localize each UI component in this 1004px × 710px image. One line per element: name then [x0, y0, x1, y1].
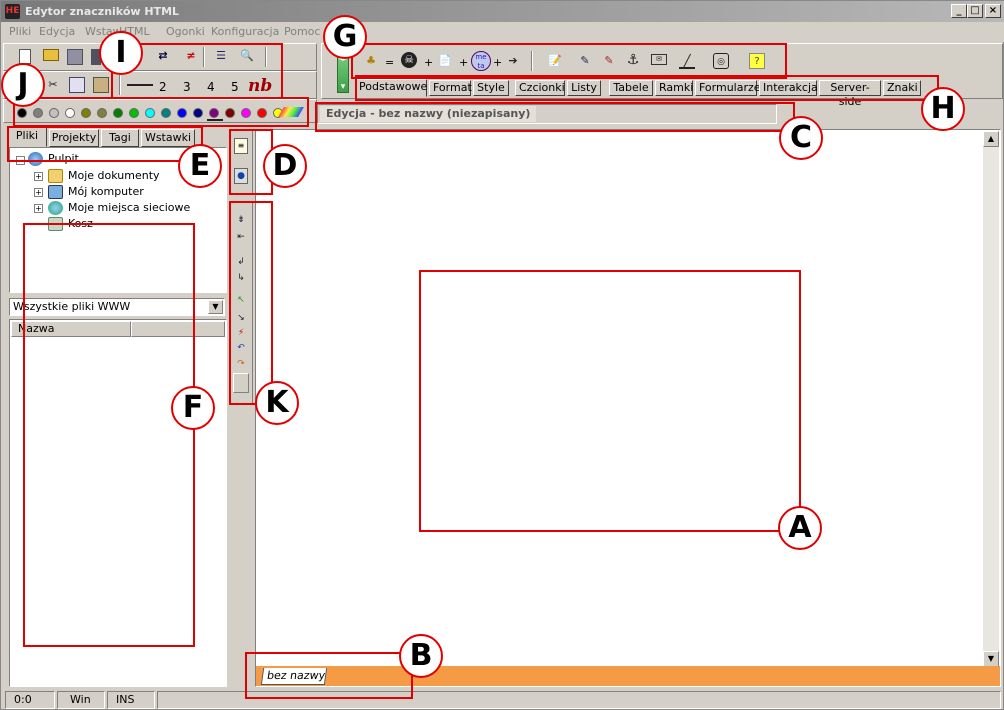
- annotation-label-b: B: [399, 634, 443, 678]
- cut-icon[interactable]: ✂: [45, 77, 61, 93]
- window-title: Edytor znaczników HTML: [25, 5, 180, 18]
- annotation-box-k: [229, 201, 273, 405]
- open-folder-icon[interactable]: [43, 49, 59, 61]
- annotation-label-i: I: [99, 31, 143, 75]
- annotation-box-j: [13, 97, 309, 127]
- network-icon: [48, 201, 63, 215]
- annotation-box-g: [351, 43, 787, 79]
- expand-icon[interactable]: +: [34, 204, 43, 213]
- menu-pomoc[interactable]: Pomoc: [284, 25, 320, 38]
- annotation-label-c: C: [779, 116, 823, 160]
- menu-edycja[interactable]: Edycja: [39, 25, 75, 38]
- annotation-label-k: K: [255, 381, 299, 425]
- annotation-label-e: E: [178, 144, 222, 188]
- menu-konfiguracja[interactable]: Konfiguracja: [211, 25, 279, 38]
- paste-icon[interactable]: [93, 77, 109, 93]
- status-position: 0:0: [5, 691, 55, 709]
- annotation-box-b: [245, 652, 413, 699]
- annotation-box-h: [355, 75, 939, 101]
- annotation-label-h: H: [921, 87, 965, 131]
- annotation-label-f: F: [171, 386, 215, 430]
- app-window: HE Edytor znaczników HTML _ □ × Pliki Ed…: [0, 0, 1004, 710]
- annotation-box-f: [23, 223, 195, 647]
- annotation-label-a: A: [778, 506, 822, 550]
- annotation-box-e: [7, 126, 203, 162]
- menu-pliki[interactable]: Pliki: [9, 25, 31, 38]
- app-icon: HE: [5, 4, 20, 19]
- annotation-box-c: [315, 102, 795, 132]
- maximize-button[interactable]: □: [967, 4, 983, 18]
- new-file-icon[interactable]: [19, 49, 31, 64]
- menu-bar: Pliki Edycja Wstaw HTML Ogonki Konfigura…: [1, 22, 1004, 42]
- vertical-scrollbar[interactable]: ▲ ▼: [983, 131, 999, 667]
- tree-item-moje-dokumenty[interactable]: Moje dokumenty: [68, 168, 160, 184]
- computer-icon: [48, 185, 63, 199]
- minimize-button[interactable]: _: [951, 4, 967, 18]
- annotation-label-j: J: [1, 63, 45, 107]
- status-mode: Win: [57, 691, 105, 709]
- annotation-label-d: D: [263, 144, 307, 188]
- status-insert: INS: [107, 691, 155, 709]
- expand-icon[interactable]: +: [34, 188, 43, 197]
- documents-folder-icon: [48, 169, 63, 183]
- tree-item-moj-komputer[interactable]: Mój komputer: [68, 184, 144, 200]
- annotation-label-g: G: [323, 15, 367, 59]
- scroll-down-icon[interactable]: ▼: [983, 651, 999, 667]
- tree-item-moje-miejsca-sieciowe[interactable]: Moje miejsca sieciowe: [68, 200, 190, 216]
- title-bar: HE Edytor znaczników HTML _ □ ×: [1, 1, 1004, 22]
- chevron-down-icon[interactable]: ▼: [208, 300, 223, 314]
- close-button[interactable]: ×: [985, 4, 1001, 18]
- menu-ogonki[interactable]: Ogonki: [166, 25, 205, 38]
- scroll-up-icon[interactable]: ▲: [983, 131, 999, 147]
- annotation-box-a: [419, 270, 801, 532]
- save-icon[interactable]: [67, 49, 83, 65]
- expand-icon[interactable]: +: [34, 172, 43, 181]
- copy-icon[interactable]: [69, 77, 85, 93]
